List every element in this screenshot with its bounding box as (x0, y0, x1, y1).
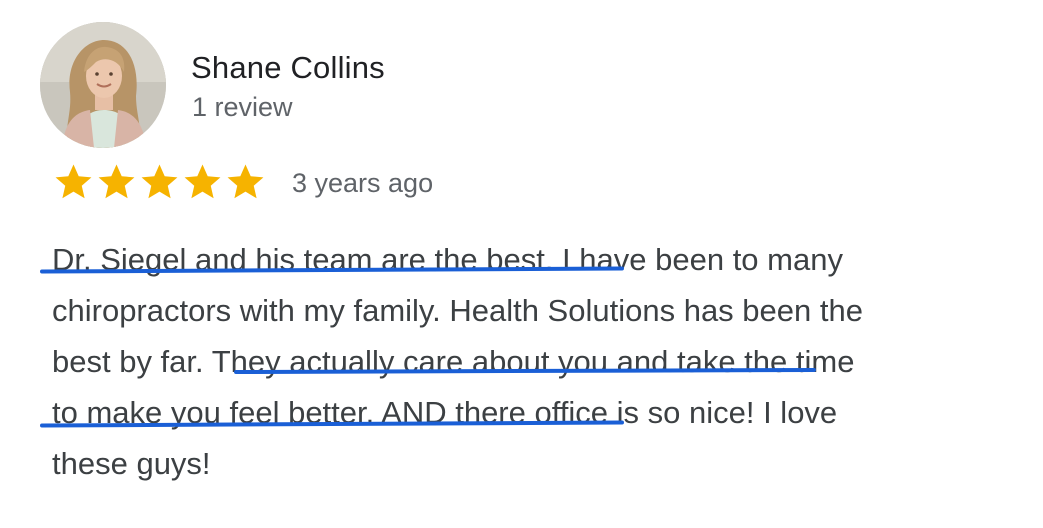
review-date: 3 years ago (292, 168, 434, 198)
star-rating (52, 160, 267, 204)
star-icon (141, 164, 178, 199)
review-text-line: to make you feel better. AND there offic… (52, 395, 838, 430)
reviewer-avatar[interactable] (40, 22, 166, 148)
reviewer-name[interactable]: Shane Collins (191, 50, 385, 86)
review-text-line: chiropractors with my family. Health Sol… (52, 293, 863, 328)
review-count: 1 review (192, 92, 293, 122)
review-card: Shane Collins 1 review 3 years ago Dr. S… (0, 0, 1043, 528)
star-icon (227, 164, 264, 199)
star-icon (98, 164, 135, 199)
star-icon (184, 164, 221, 199)
review-text-line: these guys! (52, 446, 211, 481)
star-icon (55, 164, 92, 199)
profile-photo-icon (40, 22, 166, 148)
review-text-line: best by far. They actually care about yo… (52, 344, 855, 379)
review-text-line: Dr. Siegel and his team are the best. I … (52, 242, 843, 277)
